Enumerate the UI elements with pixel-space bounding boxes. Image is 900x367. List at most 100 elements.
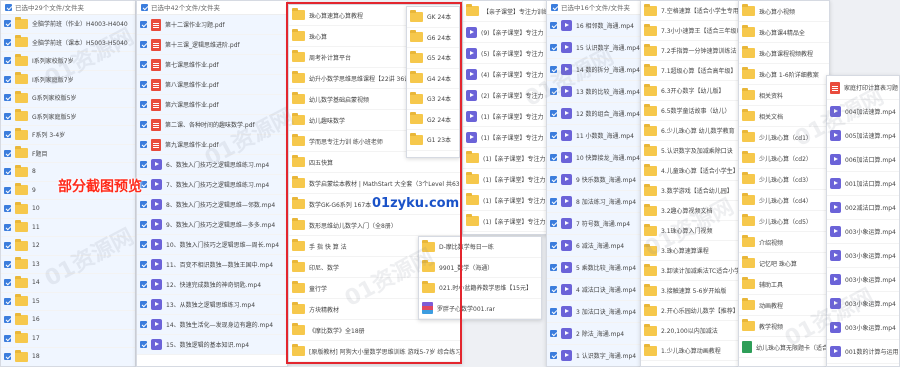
row-checkbox[interactable] — [550, 264, 557, 271]
file-row[interactable]: 002减法口算.mp4 — [827, 196, 899, 220]
file-row[interactable]: I系列家庭版7岁 — [1, 70, 135, 89]
row-checkbox[interactable] — [140, 61, 147, 68]
file-row[interactable]: 6.5数学童话故事（幼儿） — [641, 101, 739, 121]
file-row[interactable]: 第八课思维作业.pdf — [137, 75, 287, 95]
row-checkbox[interactable] — [140, 321, 147, 328]
row-checkbox[interactable] — [4, 279, 11, 287]
file-row[interactable]: 10 — [1, 200, 135, 219]
file-row[interactable]: GK 24本 — [407, 7, 459, 28]
file-row[interactable]: 幼儿珠心算无限题卡（适合）.xlsx — [739, 337, 829, 358]
file-row[interactable]: G3 24本 — [407, 89, 459, 110]
row-checkbox[interactable] — [4, 223, 11, 231]
file-row[interactable]: 9、数独入门技巧之逻辑思维—多多.mp4 — [137, 215, 287, 235]
file-row[interactable]: 8 加法练习_海通.mp4 — [547, 191, 641, 213]
file-row[interactable]: 3.1珠心算入门视频 — [641, 221, 739, 241]
row-checkbox[interactable] — [4, 149, 11, 157]
file-row[interactable]: 10 快算接龙_海通.mp4 — [547, 147, 641, 169]
file-row[interactable]: 珠心算小视频 — [739, 1, 829, 22]
file-row[interactable]: (1)【亲子课堂】专注力 — [463, 127, 551, 148]
file-row[interactable]: 2.20,100以内加减法 — [641, 321, 739, 341]
file-row[interactable]: 3.接触速算 5-6岁开始版 — [641, 281, 739, 301]
file-row[interactable]: 17 — [1, 329, 135, 348]
file-row[interactable]: 12、快速完成数独的神奇钥匙.mp4 — [137, 275, 287, 295]
row-checkbox[interactable] — [140, 201, 147, 208]
row-checkbox[interactable] — [4, 260, 11, 268]
file-row[interactable]: 第七课思维作业.pdf — [137, 55, 287, 75]
file-row[interactable]: 动画教程 — [739, 295, 829, 316]
file-row[interactable]: 003小象运算.mp4 — [827, 220, 899, 244]
row-checkbox[interactable] — [140, 161, 147, 168]
file-row[interactable]: 8、数独入门技巧之逻辑思维—邻数.mp4 — [137, 195, 287, 215]
file-row[interactable]: 12 数的组合_海通.mp4 — [547, 103, 641, 125]
row-checkbox[interactable] — [4, 20, 11, 28]
file-row[interactable]: 5 乘数比较_海通.mp4 — [547, 257, 641, 279]
file-row[interactable]: 12 — [1, 237, 135, 256]
file-row[interactable]: 16 — [1, 311, 135, 330]
file-row[interactable]: 1 认识数字_海通.mp4 — [547, 345, 641, 366]
file-row[interactable]: (1)【亲子课堂】专注力 — [463, 148, 551, 169]
file-row[interactable]: (1)【亲子课堂】专注力 — [463, 169, 551, 190]
file-row[interactable]: 少儿珠心算（cd1） — [739, 127, 829, 148]
file-row[interactable]: I系列家校版7岁 — [1, 52, 135, 71]
file-row[interactable]: 辅助工具 — [739, 274, 829, 295]
file-row[interactable]: 4.儿童珠心算【适合小学生】 — [641, 161, 739, 181]
row-checkbox[interactable] — [140, 101, 147, 108]
file-row[interactable]: G2 24本 — [407, 110, 459, 130]
row-checkbox[interactable] — [550, 176, 557, 183]
file-row[interactable]: 6.少儿珠心算 幼儿数学教育 — [641, 121, 739, 141]
file-row[interactable]: 11 — [1, 218, 135, 237]
file-row[interactable]: (2)【亲子课堂】专注力 — [463, 85, 551, 106]
file-row[interactable]: 13、从数独之逻辑思维练习.mp4 — [137, 295, 287, 315]
row-checkbox[interactable] — [550, 22, 557, 29]
row-checkbox[interactable] — [4, 186, 11, 194]
file-row[interactable]: 003小象运算.mp4 — [827, 292, 899, 316]
row-checkbox[interactable] — [140, 261, 147, 268]
file-row[interactable]: 7.空格速算【适合小学生专用】 — [641, 1, 739, 21]
file-row[interactable]: 3 加法口诀_海通.mp4 — [547, 301, 641, 323]
row-checkbox[interactable] — [550, 132, 557, 139]
file-row[interactable]: G5 24本 — [407, 48, 459, 69]
file-row[interactable]: G4 24本 — [407, 69, 459, 89]
file-row[interactable]: 15 — [1, 292, 135, 311]
file-row[interactable]: 第十二课作业习题.pdf — [137, 15, 287, 35]
file-row[interactable]: 数形思维幼儿数学入门（全8册） — [289, 215, 461, 236]
file-row[interactable]: 13 数的比较_海通.mp4 — [547, 81, 641, 103]
file-row[interactable]: 3.数学游戏【适合幼儿园】 — [641, 181, 739, 201]
file-row[interactable]: 003小象运算.mp4 — [827, 244, 899, 268]
file-row[interactable]: 004加法速算.mp4 — [827, 100, 899, 124]
file-row[interactable]: 021.时小盆籍养数学思维【15元】 — [419, 278, 541, 299]
row-checkbox[interactable] — [140, 41, 147, 48]
row-checkbox[interactable] — [550, 220, 557, 227]
row-checkbox[interactable] — [140, 241, 147, 248]
file-row[interactable]: 11 小数数_海通.mp4 — [547, 125, 641, 147]
file-row[interactable]: G1 23本 — [407, 130, 459, 151]
file-row[interactable]: 11、百变不相识数独—数独王国中.mp4 — [137, 255, 287, 275]
row-checkbox[interactable] — [140, 221, 147, 228]
row-checkbox[interactable] — [550, 198, 557, 205]
row-checkbox[interactable] — [4, 316, 11, 324]
file-row[interactable]: 15、数独逻辑的基本知识.mp4 — [137, 335, 287, 355]
row-checkbox[interactable] — [4, 353, 11, 361]
file-row[interactable]: 13 — [1, 255, 135, 274]
file-row[interactable]: 少儿珠心算（cd5） — [739, 211, 829, 232]
row-checkbox[interactable] — [4, 334, 11, 342]
row-checkbox[interactable] — [140, 301, 147, 308]
row-checkbox[interactable] — [4, 297, 11, 305]
row-checkbox[interactable] — [140, 341, 147, 348]
file-row[interactable]: (4)【亲子课堂】专注力 — [463, 64, 551, 85]
file-row[interactable]: (1)【亲子课堂】专注力 — [463, 190, 551, 211]
row-checkbox[interactable] — [550, 286, 557, 293]
file-row[interactable]: 6 减法_海通.mp4 — [547, 235, 641, 257]
file-row[interactable]: 7.3小小速算王【适合三年级以上】 — [641, 21, 739, 41]
file-row[interactable]: G系列家校版5岁 — [1, 89, 135, 108]
file-row[interactable]: 9901_数学（海通） — [419, 258, 541, 278]
file-row[interactable]: 全脑学前班（课本）H5003-H5040 — [1, 33, 135, 52]
row-checkbox[interactable] — [4, 242, 11, 250]
row-checkbox[interactable] — [4, 94, 11, 102]
row-checkbox[interactable] — [140, 81, 147, 88]
file-row[interactable]: (1)【亲子课堂】专注力 — [463, 211, 551, 232]
row-checkbox[interactable] — [140, 281, 147, 288]
file-row[interactable]: 少儿珠心算（cd2） — [739, 148, 829, 169]
file-row[interactable]: 001加法口算.mp4 — [827, 172, 899, 196]
file-row[interactable]: D-摩比数学每日一练 — [419, 237, 541, 258]
